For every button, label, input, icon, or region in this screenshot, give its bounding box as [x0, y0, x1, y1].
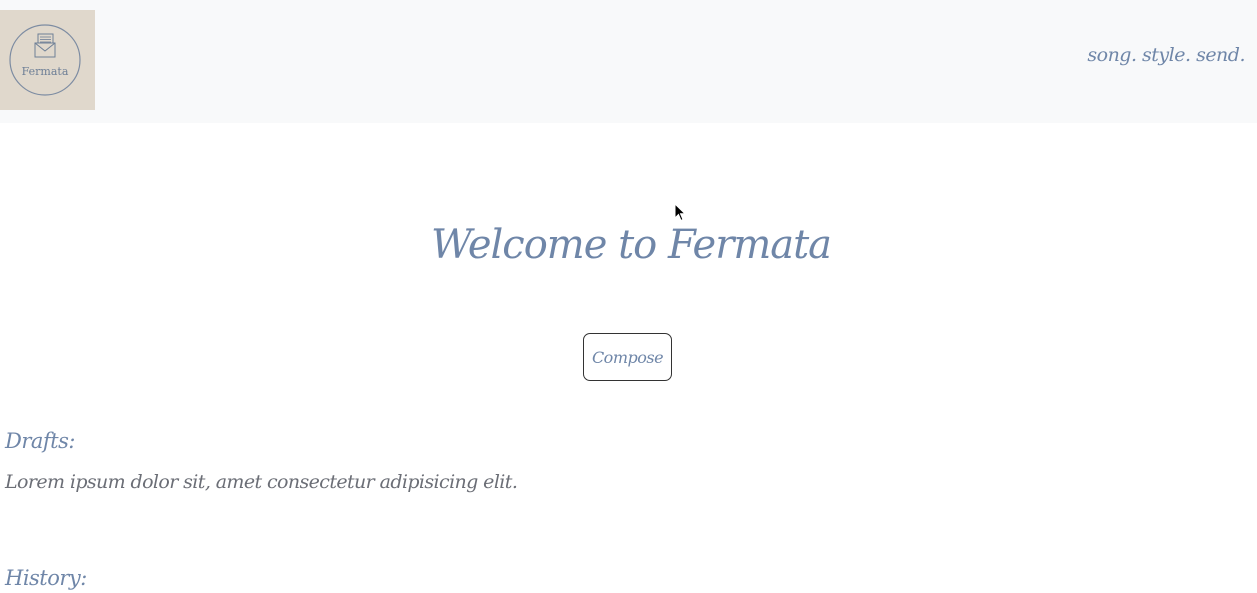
tagline: song. style. send. — [1087, 44, 1245, 66]
history-heading: History: — [5, 566, 87, 590]
compose-button[interactable]: Compose — [583, 333, 672, 381]
mouse-pointer-icon — [674, 203, 687, 222]
fermata-logo[interactable]: Fermata — [0, 10, 95, 110]
site-header: Fermata song. style. send. — [0, 0, 1257, 123]
draft-item[interactable]: Lorem ipsum dolor sit, amet consectetur … — [5, 471, 518, 493]
drafts-heading: Drafts: — [5, 429, 75, 453]
envelope-logo-icon — [9, 24, 81, 96]
page-title: Welcome to Fermata — [430, 222, 832, 268]
logo-text: Fermata — [21, 65, 69, 78]
